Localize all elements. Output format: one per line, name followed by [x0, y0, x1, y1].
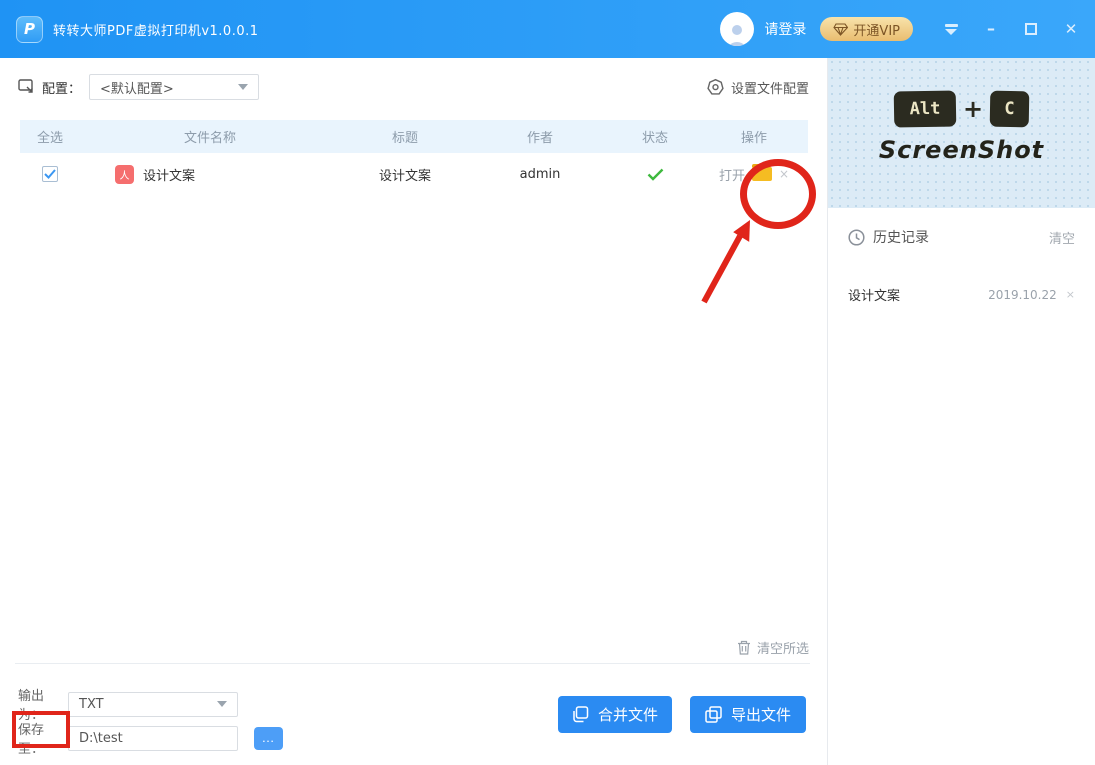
file-table: 全选 文件名称 标题 作者 状态 操作 人 设计文案 — [20, 120, 808, 195]
file-config-button[interactable]: 设置文件配置 — [706, 78, 809, 97]
clear-selected-button[interactable]: 清空所选 — [737, 638, 809, 657]
config-select-value: <默认配置> — [100, 78, 174, 97]
vip-button[interactable]: 开通VIP — [820, 17, 913, 41]
header-author: 作者 — [470, 127, 610, 146]
screenshot-banner[interactable]: Alt + C ScreenShot — [828, 58, 1095, 208]
save-row: 保存至： D:\test … — [18, 719, 283, 757]
check-icon — [44, 169, 56, 179]
history-header: 历史记录 清空 — [828, 208, 1095, 247]
row-title: 设计文案 — [340, 165, 470, 184]
chevron-down-icon — [238, 84, 248, 90]
screenshot-caption: ScreenShot — [828, 136, 1095, 164]
history-item-remove-icon[interactable]: × — [1066, 288, 1075, 301]
config-select[interactable]: <默认配置> — [89, 74, 259, 100]
save-label: 保存至： — [18, 719, 68, 757]
output-format-select[interactable]: TXT — [68, 692, 238, 717]
collapse-to-tray-icon[interactable] — [943, 21, 959, 37]
row-remove-icon[interactable]: × — [779, 167, 789, 181]
close-icon[interactable]: ✕ — [1063, 21, 1079, 37]
table-header: 全选 文件名称 标题 作者 状态 操作 — [20, 120, 808, 153]
minimize-icon[interactable]: – — [983, 21, 999, 37]
plus-sign: + — [963, 95, 983, 123]
app-title: 转转大师PDF虚拟打印机v1.0.0.1 — [53, 20, 259, 39]
header-action: 操作 — [700, 127, 808, 146]
maximize-icon[interactable] — [1023, 21, 1039, 37]
browse-button[interactable]: … — [254, 727, 283, 750]
export-files-label: 导出文件 — [731, 704, 791, 725]
row-file-name: 设计文案 — [143, 165, 195, 184]
export-files-icon — [705, 706, 722, 723]
login-link[interactable]: 请登录 — [764, 19, 806, 39]
history-item[interactable]: 设计文案 2019.10.22 × — [828, 285, 1095, 304]
output-label: 输出为： — [18, 685, 68, 723]
avatar[interactable] — [720, 12, 754, 46]
config-label: 配置： — [42, 78, 81, 97]
bottom-divider — [15, 663, 810, 664]
config-icon — [18, 79, 35, 95]
header-title: 标题 — [340, 127, 470, 146]
header-select-all[interactable]: 全选 — [20, 127, 80, 146]
row-author: admin — [470, 167, 610, 182]
save-path-value: D:\test — [79, 731, 123, 746]
user-icon — [724, 22, 750, 46]
diamond-icon — [833, 23, 848, 36]
save-path-input[interactable]: D:\test — [68, 726, 238, 751]
gear-icon — [706, 78, 725, 97]
c-keycap: C — [990, 91, 1030, 128]
vip-label: 开通VIP — [853, 20, 900, 39]
history-item-name: 设计文案 — [848, 285, 900, 304]
header-status: 状态 — [610, 127, 700, 146]
export-files-button[interactable]: 导出文件 — [690, 696, 806, 733]
chevron-down-icon — [217, 701, 227, 707]
shortcut-keys: Alt + C — [828, 58, 1095, 127]
sidebar: Alt + C ScreenShot 历史记录 清空 设计文案 2019.10.… — [827, 58, 1095, 765]
trash-icon — [737, 640, 751, 655]
app-logo-icon: P — [16, 16, 43, 43]
titlebar: P 转转大师PDF虚拟打印机v1.0.0.1 请登录 开通VIP – ✕ — [0, 0, 1095, 58]
titlebar-right: 请登录 开通VIP – ✕ — [720, 12, 1079, 46]
success-check-icon — [647, 168, 664, 181]
merge-files-label: 合并文件 — [598, 704, 658, 725]
content: 配置： <默认配置> 设置文件配置 全选 文件名称 标题 作者 状态 操作 — [0, 58, 1095, 765]
output-row: 输出为： TXT — [18, 685, 238, 723]
config-row: 配置： <默认配置> 设置文件配置 — [0, 58, 827, 112]
row-checkbox[interactable] — [42, 166, 58, 182]
window-controls: – ✕ — [943, 21, 1079, 37]
history-item-date: 2019.10.22 — [988, 288, 1057, 302]
main-panel: 配置： <默认配置> 设置文件配置 全选 文件名称 标题 作者 状态 操作 — [0, 58, 827, 765]
table-row: 人 设计文案 设计文案 admin 打开 × — [20, 153, 808, 195]
output-format-value: TXT — [79, 697, 104, 712]
open-file-link[interactable]: 打开 — [719, 165, 745, 184]
history-title: 历史记录 — [873, 227, 929, 247]
alt-keycap: Alt — [894, 90, 957, 127]
merge-files-icon — [572, 706, 589, 723]
pdf-file-icon: 人 — [115, 165, 134, 184]
clock-icon — [848, 229, 865, 246]
clear-selected-label: 清空所选 — [757, 638, 809, 657]
file-config-label: 设置文件配置 — [731, 78, 809, 97]
open-folder-icon[interactable] — [752, 167, 772, 181]
header-file-name: 文件名称 — [80, 127, 340, 146]
merge-files-button[interactable]: 合并文件 — [558, 696, 672, 733]
history-clear-button[interactable]: 清空 — [1049, 228, 1075, 247]
